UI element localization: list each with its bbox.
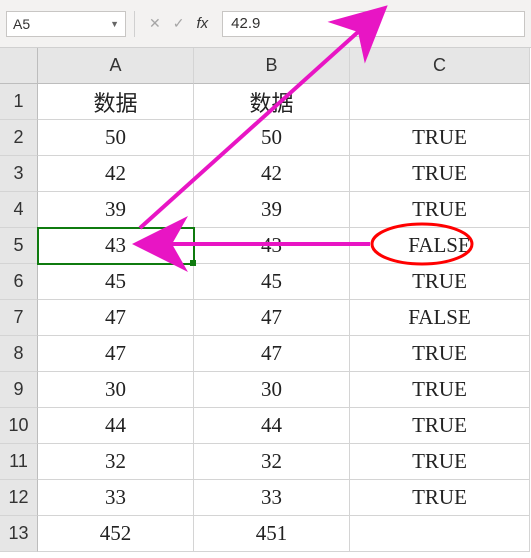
name-box-value: A5 [13,16,30,32]
cell-C5[interactable]: FALSE [350,228,530,264]
cell-B12[interactable]: 33 [194,480,350,516]
cell-A1[interactable]: 数据 [38,84,194,120]
col-header-B[interactable]: B [194,48,350,84]
cell-C8[interactable]: TRUE [350,336,530,372]
cell-A9[interactable]: 30 [38,372,194,408]
cancel-icon[interactable]: ✕ [149,15,161,32]
row-header-11[interactable]: 11 [0,444,38,480]
cell-A2[interactable]: 50 [38,120,194,156]
cell-B5[interactable]: 43 [194,228,350,264]
cell-B3[interactable]: 42 [194,156,350,192]
cell-B1[interactable]: 数据 [194,84,350,120]
cell-A11[interactable]: 32 [38,444,194,480]
cell-B6[interactable]: 45 [194,264,350,300]
cell-B8[interactable]: 47 [194,336,350,372]
row-header-7[interactable]: 7 [0,300,38,336]
cell-A5[interactable]: 43 [38,228,194,264]
col-header-A[interactable]: A [38,48,194,84]
cell-B7[interactable]: 47 [194,300,350,336]
row-header-2[interactable]: 2 [0,120,38,156]
cell-C10[interactable]: TRUE [350,408,530,444]
cell-C7[interactable]: FALSE [350,300,530,336]
row-header-5[interactable]: 5 [0,228,38,264]
cell-B11[interactable]: 32 [194,444,350,480]
row-header-13[interactable]: 13 [0,516,38,552]
cell-B9[interactable]: 30 [194,372,350,408]
spreadsheet-grid[interactable]: A B C 1 数据 数据 2 50 50 TRUE 3 42 42 TRUE … [0,48,531,552]
cell-A3[interactable]: 42 [38,156,194,192]
cell-A8[interactable]: 47 [38,336,194,372]
cell-B2[interactable]: 50 [194,120,350,156]
cell-C11[interactable]: TRUE [350,444,530,480]
fx-icon[interactable]: fx [196,15,208,32]
formula-bar: A5 ▼ ✕ ✓ fx 42.9 [0,0,531,48]
cell-C2[interactable]: TRUE [350,120,530,156]
cell-A13[interactable]: 452 [38,516,194,552]
cell-C3[interactable]: TRUE [350,156,530,192]
cell-A10[interactable]: 44 [38,408,194,444]
formula-input[interactable]: 42.9 [222,11,525,37]
row-header-1[interactable]: 1 [0,84,38,120]
row-header-4[interactable]: 4 [0,192,38,228]
divider [134,11,135,37]
cell-C4[interactable]: TRUE [350,192,530,228]
check-icon[interactable]: ✓ [173,15,185,32]
row-header-9[interactable]: 9 [0,372,38,408]
select-all-corner[interactable] [0,48,38,84]
row-header-3[interactable]: 3 [0,156,38,192]
cell-A6[interactable]: 45 [38,264,194,300]
row-header-6[interactable]: 6 [0,264,38,300]
name-box[interactable]: A5 ▼ [6,11,126,37]
cell-C1[interactable] [350,84,530,120]
row-header-10[interactable]: 10 [0,408,38,444]
cell-B4[interactable]: 39 [194,192,350,228]
cell-C13[interactable] [350,516,530,552]
cell-A7[interactable]: 47 [38,300,194,336]
cell-A4[interactable]: 39 [38,192,194,228]
row-header-12[interactable]: 12 [0,480,38,516]
formula-input-value: 42.9 [231,15,260,32]
chevron-down-icon[interactable]: ▼ [110,19,119,29]
formula-actions: ✕ ✓ fx [143,15,214,32]
cell-B10[interactable]: 44 [194,408,350,444]
cell-C9[interactable]: TRUE [350,372,530,408]
col-header-C[interactable]: C [350,48,530,84]
cell-C12[interactable]: TRUE [350,480,530,516]
row-header-8[interactable]: 8 [0,336,38,372]
cell-A12[interactable]: 33 [38,480,194,516]
cell-C6[interactable]: TRUE [350,264,530,300]
cell-B13[interactable]: 451 [194,516,350,552]
